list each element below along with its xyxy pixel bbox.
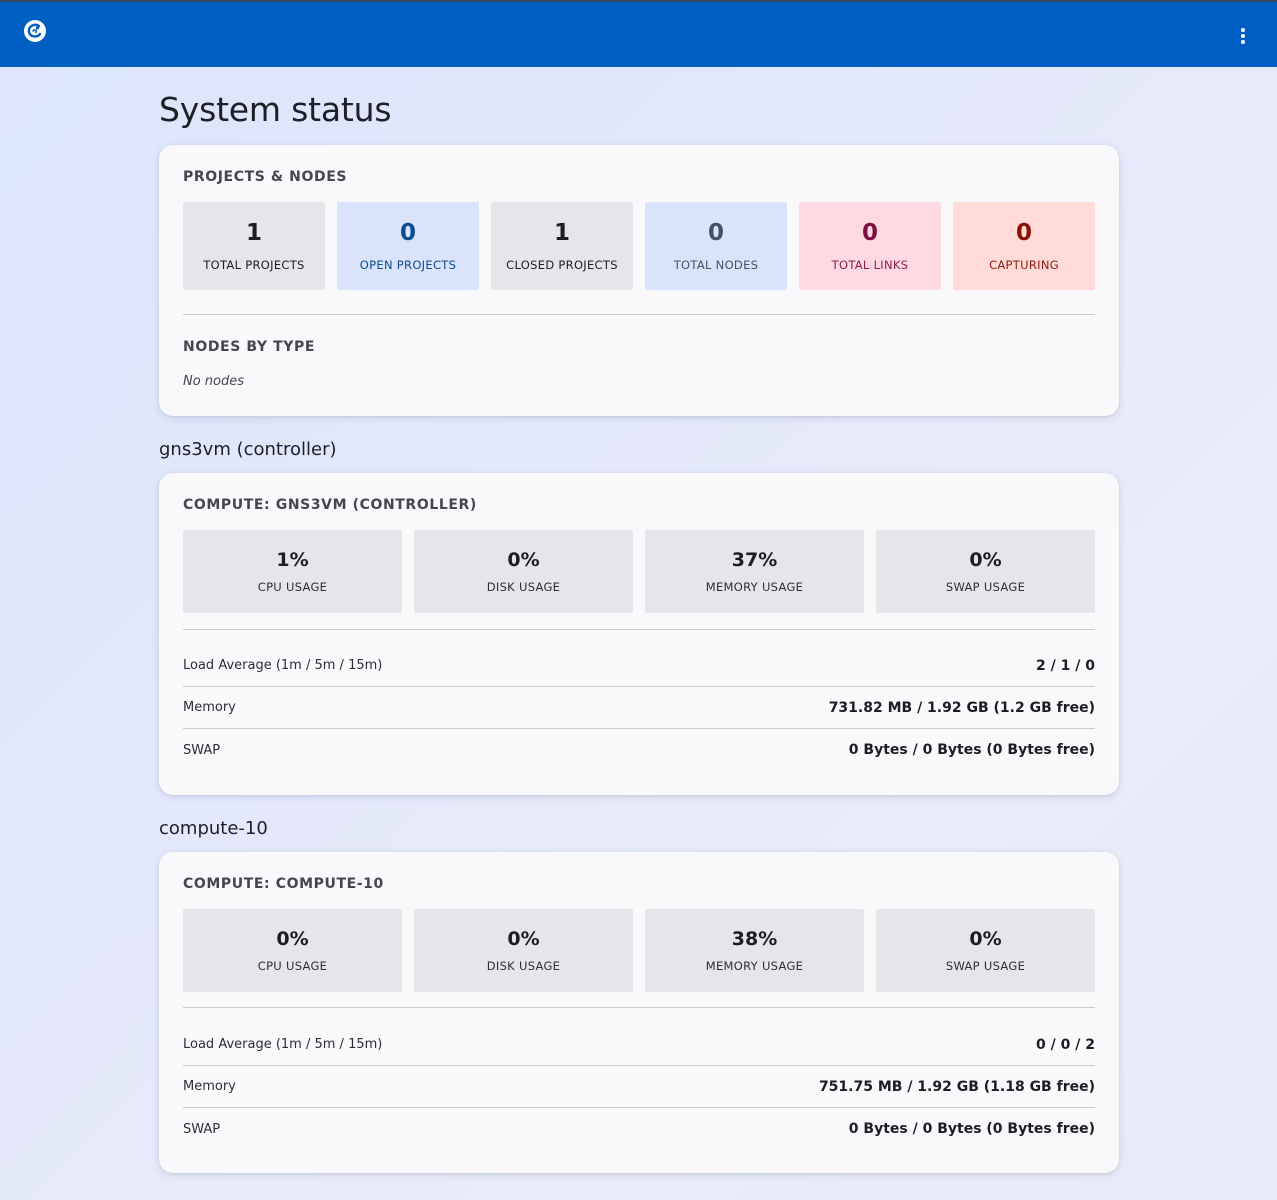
stat-total-projects: 1 TOTAL PROJECTS: [183, 202, 325, 290]
stat-value: 0: [861, 220, 878, 246]
stat-value: 0%: [507, 928, 540, 950]
stat-value: 0: [1015, 220, 1032, 246]
stat-label: SWAP USAGE: [945, 959, 1026, 973]
info-value: 0 Bytes / 0 Bytes (0 Bytes free): [848, 742, 1095, 758]
compute-label: COMPUTE: COMPUTE-10: [183, 876, 384, 892]
page-title: System status: [159, 90, 392, 129]
stat-label: CAPTURING: [989, 258, 1059, 272]
info-row-memory: Memory 731.82 MB / 1.92 GB (1.2 GB free): [183, 687, 1095, 729]
projects-nodes-card: PROJECTS & NODES 1 TOTAL PROJECTS 0 OPEN…: [159, 145, 1119, 416]
stat-label: TOTAL LINKS: [831, 258, 909, 272]
stat-value: 0: [399, 220, 416, 246]
stat-label: DISK USAGE: [486, 959, 561, 973]
stat-label: SWAP USAGE: [945, 580, 1026, 594]
compute-info-list: Load Average (1m / 5m / 15m) 0 / 0 / 2 M…: [183, 1024, 1095, 1150]
stat-label: TOTAL PROJECTS: [203, 258, 305, 272]
stat-label: TOTAL NODES: [673, 258, 759, 272]
stat-value: 0%: [507, 549, 540, 571]
info-value: 0 Bytes / 0 Bytes (0 Bytes free): [848, 1121, 1095, 1137]
stat-value: 1: [245, 220, 262, 246]
disk-usage-stat: 0% DISK USAGE: [414, 909, 633, 992]
info-key: Memory: [183, 1079, 236, 1094]
compute-title: gns3vm (controller): [159, 439, 337, 460]
stat-value: 0%: [969, 928, 1002, 950]
stat-open-projects: 0 OPEN PROJECTS: [337, 202, 479, 290]
usage-stats: 0% CPU USAGE 0% DISK USAGE 38% MEMORY US…: [183, 909, 1095, 992]
divider: [183, 314, 1095, 315]
memory-usage-stat: 38% MEMORY USAGE: [645, 909, 864, 992]
stat-label: CLOSED PROJECTS: [506, 258, 618, 272]
stat-value: 1%: [276, 549, 309, 571]
divider: [183, 629, 1095, 630]
stat-closed-projects: 1 CLOSED PROJECTS: [491, 202, 633, 290]
swap-usage-stat: 0% SWAP USAGE: [876, 909, 1095, 992]
stat-label: OPEN PROJECTS: [359, 258, 457, 272]
info-value: 731.82 MB / 1.92 GB (1.2 GB free): [828, 699, 1095, 716]
top-app-bar: [0, 0, 1277, 67]
stat-value: 1: [553, 220, 570, 246]
stat-label: MEMORY USAGE: [705, 580, 804, 594]
usage-stats: 1% CPU USAGE 0% DISK USAGE 37% MEMORY US…: [183, 530, 1095, 613]
stat-value: 38%: [731, 928, 778, 950]
stat-value: 0: [707, 220, 724, 246]
stat-value: 0%: [969, 549, 1002, 571]
info-key: Memory: [183, 700, 236, 715]
nodes-empty-text: No nodes: [183, 374, 245, 389]
info-key: SWAP: [183, 1121, 221, 1137]
info-key: Load Average (1m / 5m / 15m): [183, 1037, 383, 1052]
stat-total-nodes: 0 TOTAL NODES: [645, 202, 787, 290]
stat-label: MEMORY USAGE: [705, 959, 804, 973]
info-row-load-average: Load Average (1m / 5m / 15m) 2 / 1 / 0: [183, 645, 1095, 687]
memory-usage-stat: 37% MEMORY USAGE: [645, 530, 864, 613]
cpu-usage-stat: 0% CPU USAGE: [183, 909, 402, 992]
divider: [183, 1007, 1095, 1008]
stat-total-links: 0 TOTAL LINKS: [799, 202, 941, 290]
compute-info-list: Load Average (1m / 5m / 15m) 2 / 1 / 0 M…: [183, 645, 1095, 771]
info-row-load-average: Load Average (1m / 5m / 15m) 0 / 0 / 2: [183, 1024, 1095, 1066]
stat-label: CPU USAGE: [257, 580, 328, 594]
stat-label: DISK USAGE: [486, 580, 561, 594]
project-stats: 1 TOTAL PROJECTS 0 OPEN PROJECTS 1 CLOSE…: [183, 202, 1095, 290]
stat-value: 0%: [276, 928, 309, 950]
nodes-by-type-label: NODES BY TYPE: [183, 339, 315, 355]
disk-usage-stat: 0% DISK USAGE: [414, 530, 633, 613]
info-value: 751.75 MB / 1.92 GB (1.18 GB free): [818, 1078, 1095, 1095]
projects-nodes-label: PROJECTS & NODES: [183, 169, 348, 185]
stat-capturing: 0 CAPTURING: [953, 202, 1095, 290]
compute-card: COMPUTE: COMPUTE-10 0% CPU USAGE 0% DISK…: [159, 852, 1119, 1173]
compute-label: COMPUTE: GNS3VM (CONTROLLER): [183, 497, 477, 513]
cpu-usage-stat: 1% CPU USAGE: [183, 530, 402, 613]
more-vert-icon[interactable]: [1231, 24, 1255, 48]
info-row-memory: Memory 751.75 MB / 1.92 GB (1.18 GB free…: [183, 1066, 1095, 1108]
info-key: Load Average (1m / 5m / 15m): [183, 658, 383, 673]
info-key: SWAP: [183, 742, 221, 758]
gns3-logo-icon[interactable]: [22, 18, 48, 44]
swap-usage-stat: 0% SWAP USAGE: [876, 530, 1095, 613]
compute-title: compute-10: [159, 818, 268, 839]
info-row-swap: SWAP 0 Bytes / 0 Bytes (0 Bytes free): [183, 1108, 1095, 1150]
stat-value: 37%: [731, 549, 778, 571]
stat-label: CPU USAGE: [257, 959, 328, 973]
compute-card: COMPUTE: GNS3VM (CONTROLLER) 1% CPU USAG…: [159, 473, 1119, 795]
info-value: 0 / 0 / 2: [1036, 1036, 1095, 1053]
info-row-swap: SWAP 0 Bytes / 0 Bytes (0 Bytes free): [183, 729, 1095, 771]
info-value: 2 / 1 / 0: [1036, 657, 1095, 674]
